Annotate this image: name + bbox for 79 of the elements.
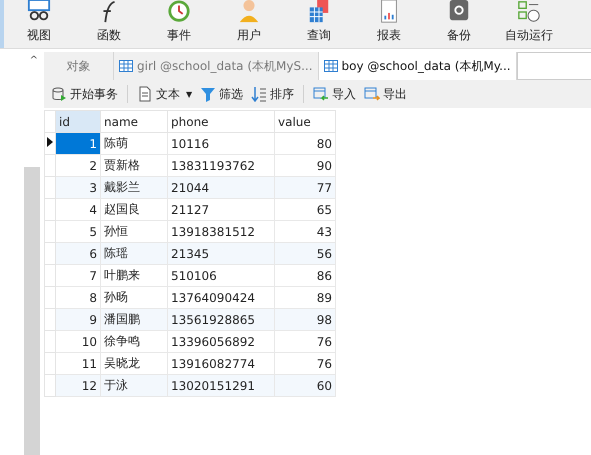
table-cell: 叶鹏来 — [100, 264, 168, 286]
toolbar-label[interactable]: 函数 — [97, 27, 121, 44]
table-cell: 76 — [274, 330, 336, 352]
action-button[interactable]: 排序 — [249, 86, 296, 102]
table-cell: 戴影兰 — [100, 176, 168, 198]
table-cell: 21044 — [168, 176, 274, 198]
document-icon — [137, 86, 153, 102]
table-cell: 11 — [56, 352, 100, 374]
table-cell: 10116 — [168, 132, 274, 154]
table-cell: 13831193762 — [168, 154, 274, 176]
table-cell: 陈瑶 — [100, 242, 168, 264]
table-cell: 3 — [56, 176, 100, 198]
toolbar-label[interactable]: 自动运行 — [505, 27, 553, 44]
table-cell: 56 — [274, 242, 336, 264]
table-cell: 43 — [274, 220, 336, 242]
table-cell: 孙旸 — [100, 286, 168, 308]
export-icon — [364, 86, 380, 102]
table-cell: 7 — [56, 264, 100, 286]
column-header[interactable]: name — [100, 110, 168, 132]
table-cell: 1 — [56, 132, 100, 154]
table-cell: 于泳 — [100, 374, 168, 396]
table-cell: 510106 — [168, 264, 274, 286]
table-cell: 2 — [56, 154, 100, 176]
toolbar-label[interactable]: 查询 — [307, 27, 331, 44]
toolbar-label[interactable]: 报表 — [377, 27, 401, 44]
table-cell: 徐争鸣 — [100, 330, 168, 352]
toolbar-label[interactable]: 用户 — [237, 27, 261, 44]
scrollbar[interactable] — [24, 167, 40, 455]
table-cell: 89 — [274, 286, 336, 308]
table-cell: 陈萌 — [100, 132, 168, 154]
sort-icon — [251, 86, 268, 102]
toolbar-label[interactable]: 视图 — [27, 27, 51, 44]
column-header[interactable]: id — [56, 110, 100, 132]
toolbar-label[interactable]: 事件 — [167, 27, 191, 44]
table-cell: 98 — [274, 308, 336, 330]
action-button[interactable]: 导出 — [362, 86, 410, 102]
action-button[interactable]: 文本 ▼ — [135, 86, 194, 102]
table-cell: 90 — [274, 154, 336, 176]
table-cell: 8 — [56, 286, 100, 308]
table-cell: 5 — [56, 220, 100, 242]
table-cell: 潘国鹏 — [100, 308, 168, 330]
table-cell: 60 — [274, 374, 336, 396]
table-icon — [324, 60, 338, 72]
filter-icon — [200, 86, 216, 102]
column-header[interactable]: value — [274, 110, 336, 132]
row-pointer-icon — [45, 136, 55, 148]
table-cell: 86 — [274, 264, 336, 286]
table-icon — [119, 60, 133, 72]
table-cell: 赵国良 — [100, 198, 168, 220]
database-icon — [51, 86, 67, 102]
table-cell: 65 — [274, 198, 336, 220]
table-cell: 13916082774 — [168, 352, 274, 374]
table-cell: 13396056892 — [168, 330, 274, 352]
table-cell: 贾新格 — [100, 154, 168, 176]
table-cell: 吴晓龙 — [100, 352, 168, 374]
tab[interactable]: boy @school_data (本机My... — [318, 52, 517, 80]
table-cell: 21127 — [168, 198, 274, 220]
action-button[interactable]: 导入 — [311, 86, 358, 102]
table-cell: 4 — [56, 198, 100, 220]
table-cell: 13764090424 — [168, 286, 274, 308]
table-cell: 9 — [56, 308, 100, 330]
table-cell: 12 — [56, 374, 100, 396]
collapse-icon[interactable]: ^ — [30, 55, 38, 167]
table-cell: 孙恒 — [100, 220, 168, 242]
table-cell: 76 — [274, 352, 336, 374]
action-button[interactable]: 开始事务 — [49, 86, 120, 102]
table-cell: 21345 — [168, 242, 274, 264]
table-cell: 13561928865 — [168, 308, 274, 330]
action-button[interactable]: 筛选 — [198, 86, 246, 102]
column-header[interactable]: phone — [168, 110, 274, 132]
table-cell: 80 — [274, 132, 336, 154]
import-icon — [313, 86, 330, 102]
dropdown-arrow[interactable]: ▼ — [186, 90, 192, 98]
table-cell: 13020151291 — [168, 374, 274, 396]
table-cell: 13918381512 — [168, 220, 274, 242]
table-cell: 77 — [274, 176, 336, 198]
table-cell: 6 — [56, 242, 100, 264]
toolbar-label[interactable]: 备份 — [447, 27, 471, 44]
table-cell: 10 — [56, 330, 100, 352]
